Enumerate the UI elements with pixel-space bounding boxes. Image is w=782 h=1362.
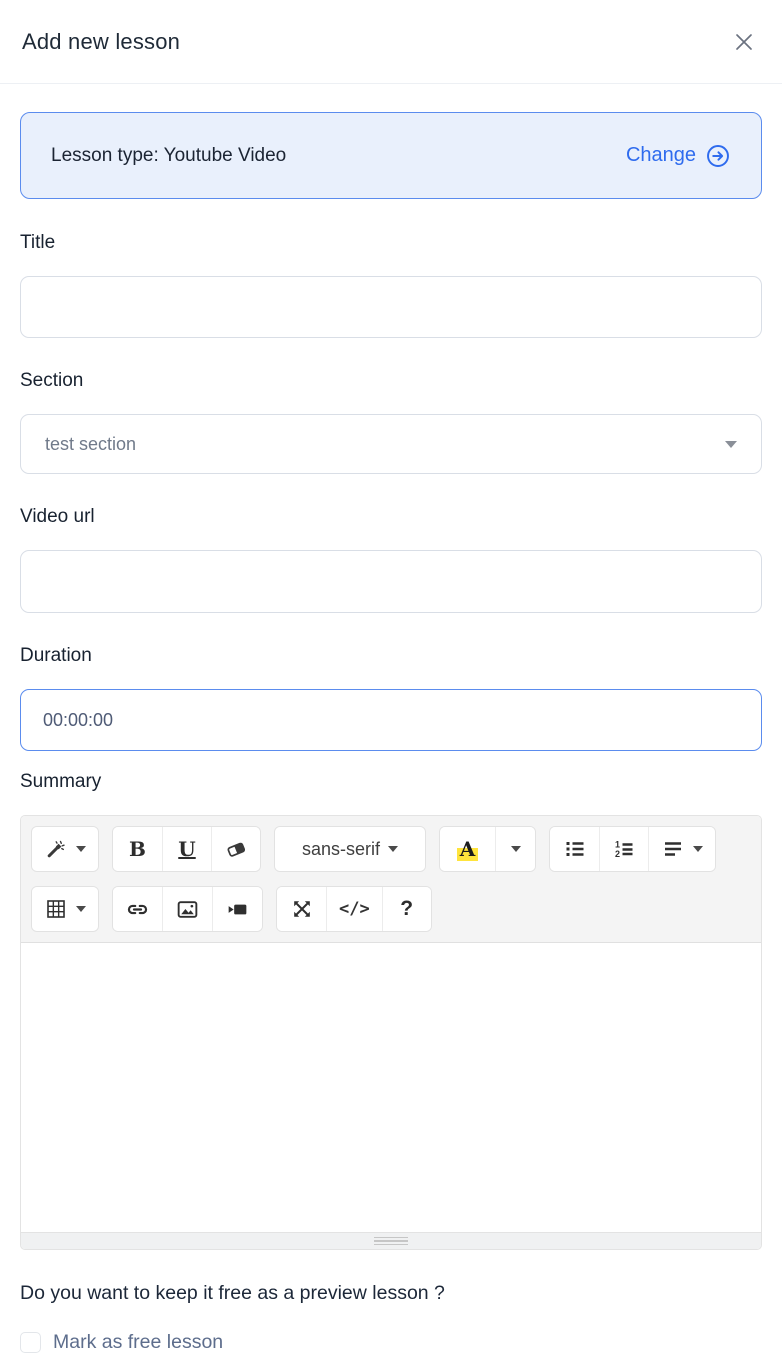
- dropdown-caret-icon: [693, 846, 703, 852]
- code-view-button[interactable]: </>: [326, 887, 382, 931]
- summary-rich-text-editor: B U: [20, 815, 762, 1250]
- font-family-button[interactable]: sans-serif: [275, 827, 425, 871]
- insert-picture-button[interactable]: [162, 887, 212, 931]
- dropdown-caret-icon: [76, 846, 86, 852]
- title-label: Title: [20, 232, 762, 254]
- dropdown-caret-icon: [388, 846, 398, 852]
- lesson-type-text: Lesson type: Youtube Video: [51, 145, 286, 167]
- insert-video-button[interactable]: [212, 887, 262, 931]
- unordered-list-button[interactable]: [550, 827, 599, 871]
- fullscreen-icon: [290, 897, 314, 921]
- free-lesson-checkbox-label[interactable]: Mark as free lesson: [53, 1331, 223, 1354]
- section-label: Section: [20, 370, 762, 392]
- video-url-label: Video url: [20, 506, 762, 528]
- magic-wand-icon: [44, 837, 68, 861]
- section-select[interactable]: test section: [20, 414, 762, 474]
- insert-link-button[interactable]: [113, 887, 162, 931]
- close-button[interactable]: [728, 26, 760, 58]
- free-lesson-question: Do you want to keep it free as a preview…: [20, 1282, 762, 1305]
- free-lesson-checkbox[interactable]: [20, 1332, 41, 1353]
- font-family-group: sans-serif: [274, 826, 426, 872]
- arrow-right-circle-icon: [705, 143, 731, 169]
- underline-icon: U: [178, 837, 195, 861]
- fullscreen-button[interactable]: [277, 887, 326, 931]
- font-color-dropdown-button[interactable]: [495, 827, 535, 871]
- color-group: A: [439, 826, 536, 872]
- paragraph-group: 1 2: [549, 826, 716, 872]
- numbered-list-icon: 1 2: [612, 837, 636, 861]
- close-icon: [732, 30, 756, 54]
- ol-number-1: 1: [615, 840, 620, 850]
- help-button[interactable]: ?: [382, 887, 431, 931]
- chevron-down-icon: [725, 441, 737, 448]
- clear-formatting-button[interactable]: [211, 827, 260, 871]
- insert-group: [112, 886, 263, 932]
- editor-toolbar: B U: [21, 816, 761, 943]
- section-field-group: Section test section: [20, 370, 762, 474]
- editor-status-bar[interactable]: [21, 1232, 761, 1249]
- table-icon: [44, 897, 68, 921]
- duration-field-group: Duration: [20, 645, 762, 751]
- dropdown-caret-icon: [76, 906, 86, 912]
- change-lesson-type-button[interactable]: Change: [626, 143, 731, 169]
- modal-body: Lesson type: Youtube Video Change Title …: [0, 84, 782, 1354]
- summary-label: Summary: [20, 771, 762, 793]
- help-icon: ?: [400, 897, 413, 921]
- title-field-group: Title: [20, 232, 762, 338]
- free-lesson-checkbox-row: Mark as free lesson: [20, 1331, 762, 1354]
- duration-input[interactable]: [20, 689, 762, 751]
- video-icon: [225, 897, 250, 922]
- duration-label: Duration: [20, 645, 762, 667]
- table-button[interactable]: [32, 887, 98, 931]
- link-icon: [125, 897, 150, 922]
- bold-icon: B: [129, 837, 146, 861]
- font-family-value: sans-serif: [302, 839, 380, 860]
- paragraph-align-button[interactable]: [648, 827, 715, 871]
- change-label: Change: [626, 144, 696, 167]
- align-icon: [661, 837, 685, 861]
- toolbar-row-1: B U: [31, 826, 751, 872]
- title-input[interactable]: [20, 276, 762, 338]
- font-style-group: B U: [112, 826, 261, 872]
- view-group: </> ?: [276, 886, 432, 932]
- lesson-type-banner: Lesson type: Youtube Video Change: [20, 112, 762, 199]
- section-selected-value: test section: [45, 434, 136, 455]
- video-url-input[interactable]: [20, 550, 762, 613]
- page-title: Add new lesson: [22, 29, 180, 55]
- table-group: [31, 886, 99, 932]
- ol-number-2: 2: [615, 849, 620, 859]
- modal-header: Add new lesson: [0, 0, 782, 84]
- bold-button[interactable]: B: [113, 827, 162, 871]
- picture-icon: [175, 897, 200, 922]
- toolbar-row-2: </> ?: [31, 886, 751, 932]
- magic-style-button[interactable]: [32, 827, 98, 871]
- summary-edit-area[interactable]: [21, 943, 761, 1232]
- font-color-icon: A: [457, 837, 479, 861]
- underline-button[interactable]: U: [162, 827, 211, 871]
- font-color-button[interactable]: A: [440, 827, 495, 871]
- video-url-field-group: Video url: [20, 506, 762, 613]
- code-view-icon: </>: [339, 899, 370, 919]
- ordered-list-button[interactable]: 1 2: [599, 827, 648, 871]
- eraser-icon: [224, 837, 248, 861]
- bullet-list-icon: [563, 837, 587, 861]
- style-group: [31, 826, 99, 872]
- dropdown-caret-icon: [511, 846, 521, 852]
- resize-handle-icon: [374, 1237, 408, 1246]
